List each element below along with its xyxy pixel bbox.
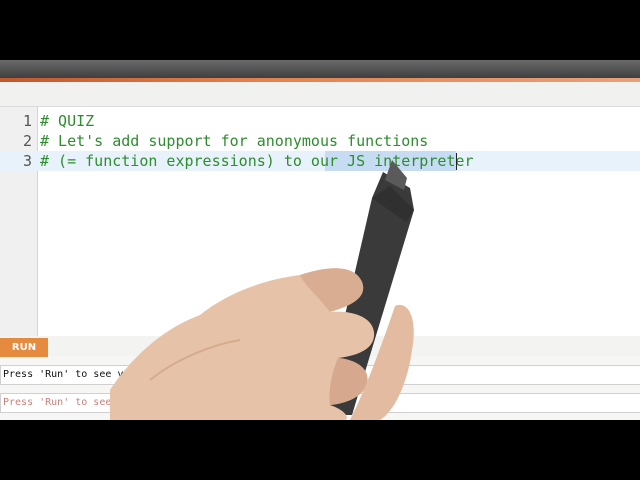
result-output-secondary: Press 'Run' to see your result <box>0 393 640 413</box>
video-letterbox-top <box>0 0 640 60</box>
code-text: # (= function expressions) to our JS int… <box>40 152 474 170</box>
line-number: 2 <box>22 132 32 150</box>
text-cursor <box>456 153 457 170</box>
code-line-3[interactable]: 3 # (= function expressions) to our JS i… <box>0 151 640 171</box>
toolbar-area <box>0 82 640 106</box>
top-bar <box>0 60 640 78</box>
code-line-1[interactable]: 1 # QUIZ <box>0 111 640 131</box>
code-line-2[interactable]: 2 # Let's add support for anonymous func… <box>0 131 640 151</box>
video-letterbox-bottom <box>0 420 640 480</box>
code-text: # Let's add support for anonymous functi… <box>40 132 429 150</box>
code-editor[interactable]: 1 # QUIZ 2 # Let's add support for anony… <box>0 106 640 337</box>
run-bar <box>0 336 640 356</box>
result-output: Press 'Run' to see your result <box>0 365 640 385</box>
line-number: 1 <box>22 112 32 130</box>
line-number: 3 <box>22 152 32 170</box>
run-button[interactable]: RUN <box>0 338 48 357</box>
code-text: # QUIZ <box>40 112 95 130</box>
screen: 1 # QUIZ 2 # Let's add support for anony… <box>0 60 640 420</box>
